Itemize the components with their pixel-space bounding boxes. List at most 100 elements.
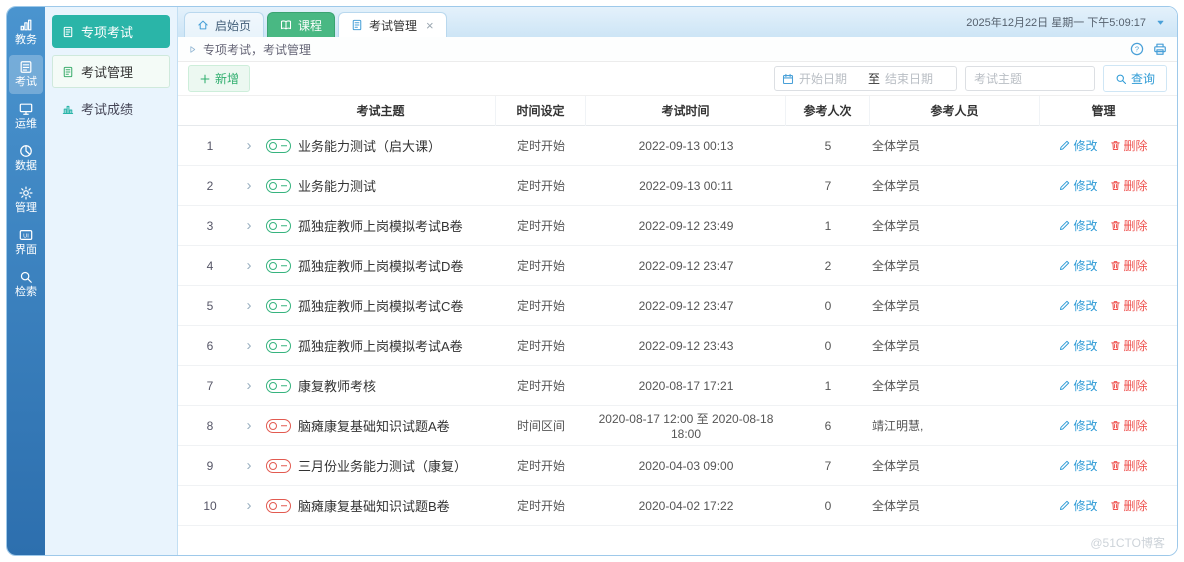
row-expand-icon[interactable]: ›: [232, 258, 266, 273]
rail-item-ui[interactable]: UI 界面: [9, 223, 43, 262]
exam-time: 2022-09-12 23:47: [638, 258, 734, 273]
status-toggle-icon[interactable]: [266, 218, 291, 233]
exam-time: 2022-09-12 23:47: [638, 298, 734, 313]
col-header: 参考人次: [786, 96, 870, 126]
edit-link[interactable]: 修改: [1059, 297, 1098, 314]
tab-home[interactable]: 启始页: [184, 12, 265, 37]
participants: 全体学员: [872, 139, 921, 153]
rail-item-dashboard[interactable]: 教务: [9, 13, 43, 52]
row-expand-icon[interactable]: ›: [232, 498, 266, 513]
delete-link[interactable]: 删除: [1110, 177, 1148, 194]
time-mode: 定时开始: [516, 379, 565, 393]
delete-link[interactable]: 删除: [1110, 337, 1148, 354]
row-expand-icon[interactable]: ›: [232, 378, 266, 393]
tab-course[interactable]: 课程: [267, 12, 336, 37]
status-toggle-icon[interactable]: [266, 138, 291, 153]
date-range-picker[interactable]: 至: [773, 66, 957, 91]
trash-icon: [1110, 460, 1121, 471]
sidebar-item-exam-score[interactable]: 考试成绩: [52, 92, 170, 125]
status-toggle-icon[interactable]: [266, 338, 291, 353]
status-toggle-icon[interactable]: [266, 258, 291, 273]
delete-link[interactable]: 删除: [1110, 377, 1148, 394]
delete-link-label: 删除: [1123, 459, 1148, 473]
exam-time: 2022-09-13 00:11: [639, 178, 733, 193]
participant-count: 6: [824, 418, 832, 433]
exam-table: 考试主题 时间设定 考试时间 参考人次 参考人员 管理 1 › 业务能力测试（启大课） 定时开始…: [178, 96, 1177, 555]
col-header: 考试时间: [586, 96, 786, 126]
row-expand-icon[interactable]: ›: [232, 298, 266, 313]
delete-link[interactable]: 删除: [1110, 257, 1148, 274]
row-expand-icon[interactable]: ›: [232, 218, 266, 233]
delete-link[interactable]: 删除: [1110, 417, 1148, 434]
clock-dropdown-icon[interactable]: [1156, 18, 1165, 27]
status-toggle-icon[interactable]: [266, 178, 291, 193]
edit-link-label: 修改: [1073, 419, 1098, 433]
exam-subject: 脑瘫康复基础知识试题A卷: [298, 419, 450, 434]
clock-text: 2025年12月22日 星期一 下午5:09:17: [966, 17, 1146, 29]
edit-link[interactable]: 修改: [1059, 217, 1098, 234]
rail-item-data[interactable]: 数据: [9, 139, 43, 178]
edit-link[interactable]: 修改: [1059, 417, 1098, 434]
delete-link-label: 删除: [1123, 139, 1148, 153]
home-icon: [197, 19, 209, 31]
status-toggle-icon[interactable]: [266, 418, 291, 433]
edit-link[interactable]: 修改: [1059, 337, 1098, 354]
exam-subject: 康复教师考核: [298, 379, 377, 394]
participants: 全体学员: [872, 179, 921, 193]
help-icon[interactable]: ?: [1130, 42, 1144, 56]
exam-subject: 孤独症教师上岗模拟考试B卷: [298, 219, 463, 234]
rail-item-settings[interactable]: 管理: [9, 181, 43, 220]
print-icon[interactable]: [1153, 42, 1167, 56]
participants: 全体学员: [872, 499, 921, 513]
edit-link[interactable]: 修改: [1059, 137, 1098, 154]
subject-search-input[interactable]: [964, 66, 1095, 91]
edit-link[interactable]: 修改: [1059, 457, 1098, 474]
status-toggle-icon[interactable]: [266, 498, 291, 513]
rail-item-label: 数据: [15, 160, 37, 172]
row-expand-icon[interactable]: ›: [232, 458, 266, 473]
add-button[interactable]: 新增: [188, 65, 251, 92]
rail-item-search[interactable]: 检索: [9, 265, 43, 304]
delete-link[interactable]: 删除: [1110, 217, 1148, 234]
toolbar: 新增 至 查询: [178, 62, 1177, 96]
delete-link[interactable]: 删除: [1110, 137, 1148, 154]
edit-link[interactable]: 修改: [1059, 257, 1098, 274]
status-toggle-icon[interactable]: [266, 298, 291, 313]
sidebar-item-exam-manage[interactable]: 考试管理: [52, 55, 170, 88]
tab-close-icon[interactable]: ×: [426, 19, 434, 32]
search-button[interactable]: 查询: [1102, 65, 1167, 92]
participants: 全体学员: [872, 379, 921, 393]
delete-link-label: 删除: [1123, 259, 1148, 273]
tab-exam-manage[interactable]: 考试管理 ×: [338, 12, 447, 37]
time-mode: 时间区间: [516, 419, 565, 433]
row-expand-icon[interactable]: ›: [232, 338, 266, 353]
row-index: 4: [206, 258, 214, 273]
edit-link[interactable]: 修改: [1059, 377, 1098, 394]
row-expand-icon[interactable]: ›: [232, 138, 266, 153]
row-expand-icon[interactable]: ›: [232, 178, 266, 193]
delete-link[interactable]: 删除: [1110, 497, 1148, 514]
edit-link[interactable]: 修改: [1059, 497, 1098, 514]
settings-icon: [19, 186, 33, 200]
rail-item-ops[interactable]: 运维: [9, 97, 43, 136]
edit-link-label: 修改: [1073, 499, 1098, 513]
status-toggle-icon[interactable]: [266, 378, 291, 393]
main-panel: 启始页 课程 考试管理 × 2025年12月22日 星期一 下午5:09:17 专项考…: [178, 7, 1177, 555]
rail-item-label: 管理: [15, 202, 37, 214]
status-toggle-icon[interactable]: [266, 458, 291, 473]
delete-link[interactable]: 删除: [1110, 297, 1148, 314]
participants: 全体学员: [872, 299, 921, 313]
search-icon: [1115, 73, 1127, 85]
edit-link[interactable]: 修改: [1059, 177, 1098, 194]
delete-link-label: 删除: [1123, 299, 1148, 313]
end-date-input[interactable]: [884, 71, 949, 86]
pencil-icon: [1059, 260, 1070, 271]
row-actions: 修改 删除: [1040, 177, 1167, 194]
pencil-icon: [1059, 180, 1070, 191]
row-expand-icon[interactable]: ›: [232, 418, 266, 433]
delete-link-label: 删除: [1123, 379, 1148, 393]
start-date-input[interactable]: [798, 71, 863, 86]
delete-link[interactable]: 删除: [1110, 457, 1148, 474]
examtab-icon: [62, 66, 74, 78]
rail-item-exam[interactable]: 考试: [9, 55, 43, 94]
